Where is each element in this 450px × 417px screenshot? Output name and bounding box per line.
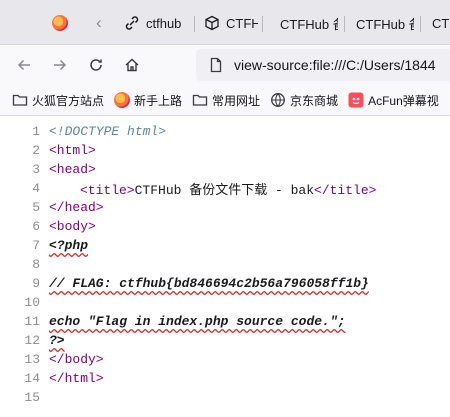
source-line: 15 bbox=[0, 388, 450, 407]
acfun-icon bbox=[348, 92, 364, 108]
firefox-icon bbox=[52, 15, 68, 31]
bookmarks-toolbar: 火狐官方站点 新手上路 常用网址 京东商城 AcFun弹幕视 bbox=[0, 85, 450, 116]
source-line: 13 </body> bbox=[0, 350, 450, 369]
bookmark-label: 新手上路 bbox=[134, 93, 183, 108]
arrow-right-icon bbox=[54, 59, 67, 71]
tab-separator bbox=[420, 16, 421, 32]
bookmark-label: 常用网址 bbox=[212, 93, 261, 108]
source-line: 12 ?> bbox=[0, 331, 450, 350]
tab-1[interactable]: ctfhub bbox=[124, 8, 181, 38]
line-number: 14 bbox=[24, 371, 40, 386]
tab-separator bbox=[262, 16, 263, 32]
bookmark-item[interactable]: AcFun弹幕视 bbox=[348, 92, 439, 109]
reload-icon bbox=[90, 59, 102, 71]
bookmark-item[interactable]: 京东商城 bbox=[270, 92, 338, 109]
line-number: 11 bbox=[24, 314, 40, 329]
page-icon bbox=[210, 57, 222, 73]
title-close-tag: </title> bbox=[314, 183, 377, 198]
line-number: 12 bbox=[24, 333, 40, 348]
source-line: 8 bbox=[0, 255, 450, 274]
source-line: 2 <html> bbox=[0, 141, 450, 160]
arrow-left-icon bbox=[17, 59, 30, 71]
tab-label: CTFHub 备 bbox=[280, 16, 338, 32]
line-number: 13 bbox=[24, 352, 40, 367]
source-line: 9 // FLAG: ctfhub{bd846694c2b56a796058ff… bbox=[0, 274, 450, 293]
tab-label: CTFHub 备 bbox=[356, 16, 414, 32]
reload-button[interactable] bbox=[84, 53, 108, 77]
line-number: 1 bbox=[32, 124, 40, 139]
tab-separator bbox=[344, 16, 345, 32]
link-icon bbox=[125, 16, 139, 30]
line-number: 6 bbox=[32, 219, 40, 234]
line-number: 4 bbox=[32, 181, 40, 196]
tab-strip: ‹ ctfhub CTFHub CTFHub 备 CTFHub 备 CTFH bbox=[0, 0, 450, 45]
bookmark-label: AcFun弹幕视 bbox=[368, 93, 439, 108]
source-line: 4 <title>CTFHub 备份文件下载 - bak</title> bbox=[0, 179, 450, 198]
bookmark-item[interactable]: 常用网址 bbox=[192, 92, 260, 109]
firefox-icon bbox=[114, 92, 131, 108]
line-number: 2 bbox=[32, 143, 40, 158]
source-line: 5 </head> bbox=[0, 198, 450, 217]
source-view: 1 <!DOCTYPE html> 2 <html> 3 <head> 4 <t… bbox=[0, 122, 450, 417]
line-number: 8 bbox=[32, 257, 40, 272]
echo-statement: echo "Flag in index.php source code."; bbox=[49, 314, 346, 329]
url-text: view-source:file:///C:/Users/1844 bbox=[234, 57, 436, 73]
source-line: 7 <?php bbox=[0, 236, 450, 255]
title-open-tag: <title> bbox=[80, 183, 135, 198]
html-tag: <html> bbox=[49, 143, 96, 158]
tab-list-back-icon[interactable]: ‹ bbox=[96, 8, 102, 38]
tab-separator bbox=[194, 16, 195, 32]
source-line: 10 bbox=[0, 293, 450, 312]
url-bar[interactable]: view-source:file:///C:/Users/1844 bbox=[196, 49, 450, 81]
flag-comment: // FLAG: ctfhub{bd846694c2b56a796058ff1b… bbox=[49, 276, 369, 291]
globe-icon bbox=[271, 93, 285, 107]
line-number: 15 bbox=[24, 390, 40, 405]
line-number: 3 bbox=[32, 162, 40, 177]
source-line: 6 <body> bbox=[0, 217, 450, 236]
tab-active[interactable] bbox=[52, 8, 70, 38]
home-icon bbox=[125, 58, 139, 72]
tab-label: CTFH bbox=[432, 15, 450, 31]
line-number: 10 bbox=[24, 295, 40, 310]
source-line: 1 <!DOCTYPE html> bbox=[0, 122, 450, 141]
body-tag: <body> bbox=[49, 219, 96, 234]
bookmark-label: 火狐官方站点 bbox=[32, 93, 105, 108]
line-number: 5 bbox=[32, 200, 40, 215]
forward-button[interactable] bbox=[48, 53, 72, 77]
navigation-bar: view-source:file:///C:/Users/1844 bbox=[0, 45, 450, 85]
back-button[interactable] bbox=[12, 53, 36, 77]
folder-icon bbox=[192, 94, 208, 106]
tab-label: CTFHub bbox=[226, 15, 258, 31]
tab-3[interactable]: CTFHub 备 bbox=[280, 8, 338, 38]
php-open: <?php bbox=[49, 238, 89, 253]
line-number: 9 bbox=[32, 276, 40, 291]
tab-label: ctfhub bbox=[146, 15, 182, 31]
tab-4[interactable]: CTFHub 备 bbox=[356, 8, 414, 38]
folder-icon bbox=[12, 94, 28, 106]
source-line: 14 </html> bbox=[0, 369, 450, 388]
bookmark-item[interactable]: 火狐官方站点 bbox=[12, 92, 104, 109]
tab-2[interactable]: CTFHub bbox=[204, 8, 258, 38]
tab-5[interactable]: CTFH bbox=[432, 8, 450, 38]
cube-icon bbox=[205, 15, 219, 31]
bookmark-label: 京东商城 bbox=[290, 93, 339, 108]
doctype: <!DOCTYPE html> bbox=[49, 124, 167, 139]
bookmark-item[interactable]: 新手上路 bbox=[114, 92, 182, 109]
title-text: CTFHub 备份文件下载 - bak bbox=[134, 183, 315, 198]
body-close-tag: </body> bbox=[49, 352, 104, 367]
source-line: 3 <head> bbox=[0, 160, 450, 179]
php-close: ?> bbox=[49, 333, 65, 348]
home-button[interactable] bbox=[120, 53, 144, 77]
html-close-tag: </html> bbox=[49, 371, 104, 386]
head-tag: <head> bbox=[49, 162, 96, 177]
line-number: 7 bbox=[32, 238, 40, 253]
source-line: 11 echo "Flag in index.php source code."… bbox=[0, 312, 450, 331]
head-close-tag: </head> bbox=[49, 200, 104, 215]
